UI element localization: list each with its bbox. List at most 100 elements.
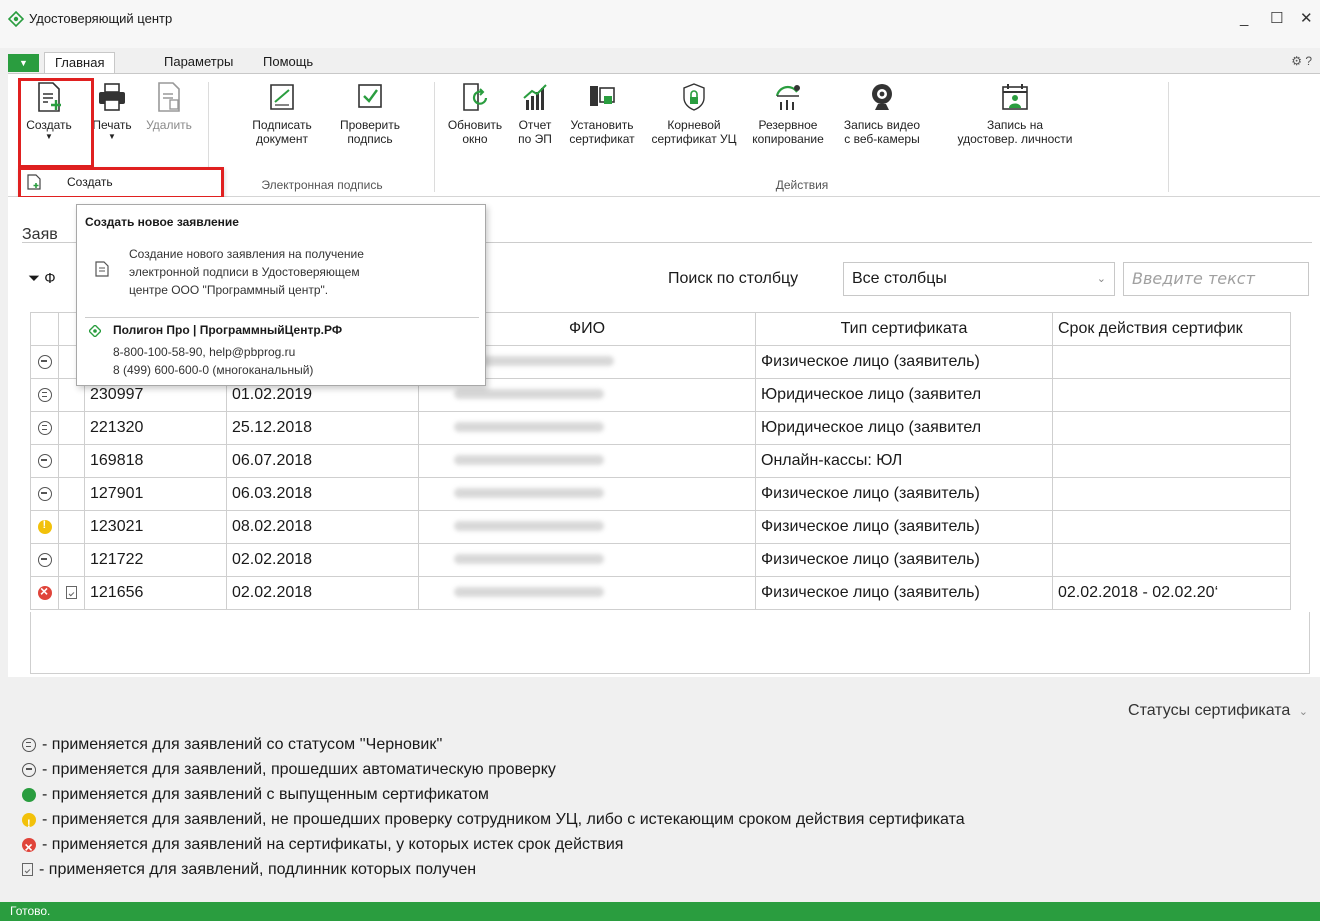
legend-title: Статусы сертификата — [1128, 702, 1291, 719]
legend-text: - применяется для заявлений, не прошедши… — [42, 811, 965, 828]
type-cell: Физическое лицо (заявитель) — [755, 576, 1053, 610]
date-cell: 25.12.2018 — [226, 411, 419, 445]
report-esign-button[interactable]: Отчет по ЭП — [510, 80, 560, 146]
column-select-value: Все столбцы — [852, 270, 947, 287]
table-row[interactable]: 12302108.02.2018 Физическое лицо (заявите… — [30, 510, 1291, 544]
header-status[interactable] — [30, 312, 59, 346]
tab-parameters[interactable]: Параметры — [154, 52, 243, 74]
status-cell — [30, 444, 59, 478]
shield-lock-icon — [683, 83, 705, 111]
fio-cell-redacted — [418, 411, 756, 445]
install-certificate-button[interactable]: Установить сертификат — [562, 80, 642, 146]
highlight-create-button — [18, 78, 94, 168]
backup-button[interactable]: Резервное копирование — [746, 80, 830, 146]
fio-cell-redacted — [418, 477, 756, 511]
maximize-button[interactable]: ☐ — [1270, 10, 1283, 28]
expired-status-icon — [37, 583, 52, 600]
tab-help[interactable]: Помощь — [253, 52, 323, 74]
close-button[interactable]: ✕ — [1300, 10, 1313, 28]
redacted-name — [454, 488, 604, 498]
table-row[interactable]: 12165602.02.2018 Физическое лицо (заявите… — [30, 576, 1291, 610]
date-cell: 06.03.2018 — [226, 477, 419, 511]
column-select[interactable]: Все столбцы ⌄ — [843, 262, 1115, 296]
doc-cell — [58, 411, 85, 445]
auto-checked-status-icon — [37, 552, 52, 567]
tooltip-body-line: Создание нового заявления на получение — [129, 247, 364, 261]
refresh-window-button[interactable]: Обновить окно — [444, 80, 506, 146]
sign-label-2: документ — [256, 132, 308, 146]
table-row[interactable]: 121722 02.02.2018 Физическое лицо (заявите… — [30, 543, 1291, 577]
status-cell — [30, 543, 59, 577]
install-label-1: Установить — [570, 118, 634, 132]
sign-icon — [270, 84, 294, 110]
draft-status-icon — [22, 737, 36, 752]
video-label-1: Запись видео — [843, 118, 921, 132]
type-cell: Юридическое лицо (заявител — [755, 411, 1053, 445]
warning-status-icon — [22, 812, 36, 837]
redacted-name — [454, 554, 604, 564]
table-row[interactable]: 127901 06.03.2018 Физическое лицо (заявите… — [30, 477, 1291, 511]
tooltip-body-line: электронной подписи в Удостоверяющем — [129, 265, 360, 279]
table-row[interactable]: 169818 06.07.2018 Онлайн-кассы: ЮЛ — [30, 444, 1291, 478]
fio-cell-redacted — [418, 510, 756, 544]
term-cell — [1052, 345, 1291, 379]
header-term[interactable]: Срок действия сертифик — [1052, 312, 1291, 346]
backup-label-2: копирование — [752, 132, 824, 146]
term-cell — [1052, 411, 1291, 445]
number-cell: 121656 — [84, 576, 227, 610]
legend-text: - применяется для заявлений на сертифика… — [42, 836, 624, 853]
delete-button[interactable]: Удалить — [140, 80, 198, 132]
report-label-1: Отчет — [518, 118, 552, 132]
delete-document-icon — [158, 82, 180, 112]
term-cell — [1052, 477, 1291, 511]
term-cell: 02.02.2018 - 02.02.20‘ — [1052, 576, 1291, 610]
number-cell: 169818 — [84, 444, 227, 478]
backup-label-1: Резервное — [758, 118, 818, 132]
print-label: Печать — [92, 118, 132, 132]
tooltip-contacts: 8-800-100-58-90, help@pbprog.ru — [113, 345, 296, 359]
app-window: Удостоверяющий центр _ ☐ ✕ ▼ ⚙ ? Главная… — [0, 0, 1320, 921]
fio-cell-redacted — [418, 543, 756, 577]
auto-checked-status-icon — [37, 354, 52, 369]
refresh-label-1: Обновить — [447, 118, 503, 132]
minimize-button[interactable]: _ — [1240, 10, 1248, 28]
legend-item: - применяется для заявлений со статусом … — [22, 732, 965, 757]
type-cell: Физическое лицо (заявитель) — [755, 510, 1053, 544]
table-row[interactable]: 221320 25.12.2018 Юридическое лицо (заявит… — [30, 411, 1291, 445]
status-legend: - применяется для заявлений со статусом … — [22, 732, 965, 882]
tab-main[interactable]: Главная — [44, 52, 116, 74]
legend-item: - применяется для заявлений с выпущенным… — [22, 782, 965, 807]
legend-toggle[interactable]: Статусы сертификата ⌄ — [1128, 702, 1308, 720]
quick-access-dropdown-button[interactable]: ▼ — [8, 54, 39, 72]
settings-help-icons[interactable]: ⚙ ? — [1291, 54, 1312, 68]
verify-signature-button[interactable]: Проверить подпись — [330, 80, 410, 146]
root-certificate-button[interactable]: Корневой сертификат УЦ — [644, 80, 744, 146]
number-cell: 221320 — [84, 411, 227, 445]
identity-appointment-button[interactable]: Запись на удостовер. личности — [930, 80, 1100, 146]
search-input[interactable]: Введите текст — [1123, 262, 1309, 296]
status-cell — [30, 510, 59, 544]
sign-document-button[interactable]: Подписать документ — [240, 80, 324, 146]
date-cell: 02.02.2018 — [226, 543, 419, 577]
checkbox-icon — [358, 84, 382, 108]
type-cell: Физическое лицо (заявитель) — [755, 543, 1053, 577]
redacted-name — [454, 455, 604, 465]
term-cell — [1052, 543, 1291, 577]
record-video-button[interactable]: Запись видео с веб-камеры — [834, 80, 930, 146]
draft-status-icon — [37, 387, 52, 402]
group-separator — [1168, 82, 1169, 192]
new-document-icon — [95, 261, 109, 277]
header-type[interactable]: Тип сертификата — [755, 312, 1053, 346]
original-received-icon — [22, 863, 33, 877]
sign-label-1: Подписать — [252, 118, 312, 132]
term-cell — [1052, 378, 1291, 412]
original-received-icon — [66, 586, 77, 600]
number-cell: 127901 — [84, 477, 227, 511]
doc-cell — [58, 543, 85, 577]
type-cell: Физическое лицо (заявитель) — [755, 345, 1053, 379]
type-cell: Юридическое лицо (заявител — [755, 378, 1053, 412]
filter-button[interactable]: ⏷ Ф — [28, 270, 56, 287]
install-certificate-icon — [590, 86, 615, 106]
chevron-down-icon: ⌄ — [1096, 273, 1106, 285]
date-cell: 06.07.2018 — [226, 444, 419, 478]
